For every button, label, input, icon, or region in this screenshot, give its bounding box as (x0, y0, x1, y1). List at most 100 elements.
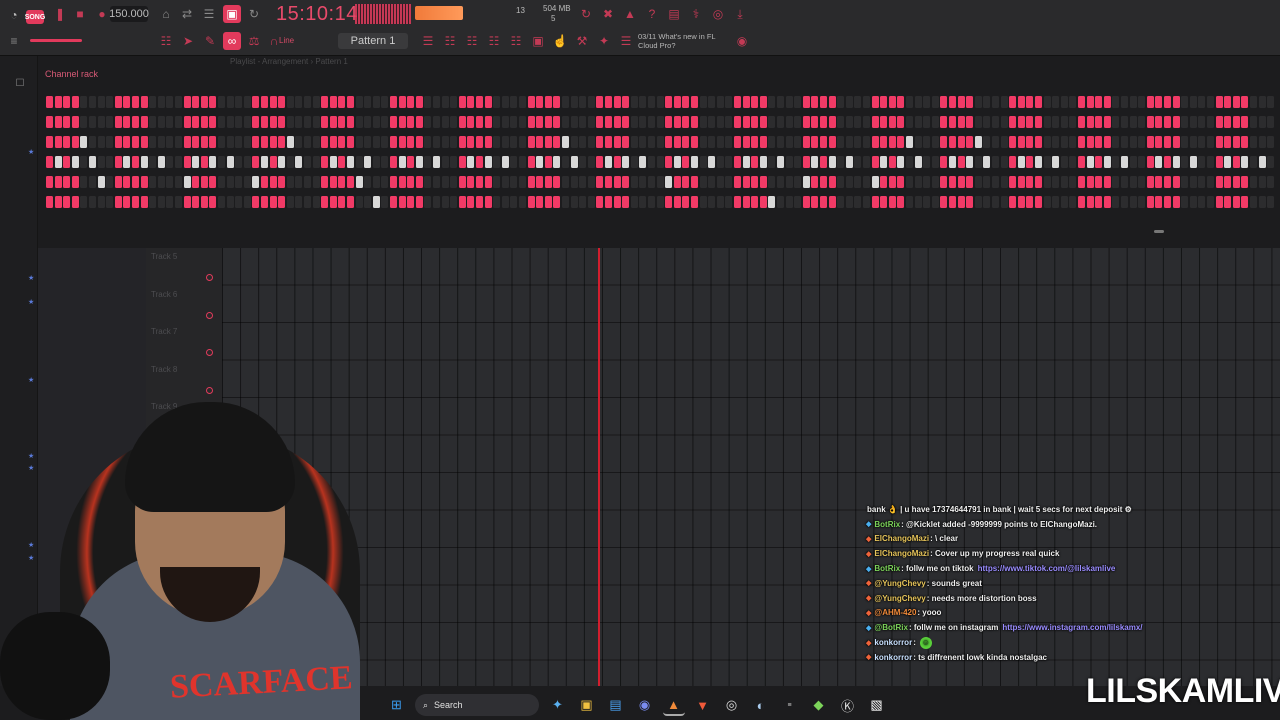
step-button[interactable] (811, 136, 819, 148)
step-button[interactable] (768, 136, 776, 148)
step-button[interactable] (1189, 196, 1197, 208)
step-button[interactable] (544, 116, 552, 128)
step-button[interactable] (613, 196, 621, 208)
step-button[interactable] (114, 176, 122, 188)
step-button[interactable] (673, 156, 681, 168)
step-button[interactable] (1146, 96, 1154, 108)
step-button[interactable] (1155, 176, 1163, 188)
step-button[interactable] (1043, 136, 1051, 148)
step-button[interactable] (716, 196, 724, 208)
step-button[interactable] (278, 136, 286, 148)
step-button[interactable] (708, 156, 716, 168)
brave-icon[interactable]: ▼ (692, 694, 714, 716)
step-button[interactable] (1121, 196, 1128, 208)
step-button[interactable] (992, 116, 999, 128)
step-button[interactable] (579, 196, 587, 208)
step-button[interactable] (278, 196, 286, 208)
step-button[interactable] (493, 96, 501, 108)
step-button[interactable] (226, 96, 234, 108)
master-volume-slider[interactable] (30, 39, 82, 42)
browser-toggle-icon[interactable]: ☐ (11, 74, 29, 92)
step-button[interactable] (381, 136, 389, 148)
step-button[interactable] (1258, 176, 1266, 188)
step-button[interactable] (923, 136, 931, 148)
step-button[interactable] (949, 116, 956, 128)
step-button[interactable] (605, 176, 612, 188)
step-button[interactable] (200, 176, 208, 188)
step-button[interactable] (1052, 176, 1060, 188)
step-button[interactable] (269, 196, 277, 208)
step-button[interactable] (458, 196, 466, 208)
step-button[interactable] (897, 116, 905, 128)
step-button[interactable] (71, 176, 79, 188)
step-button[interactable] (329, 196, 337, 208)
step-button[interactable] (742, 96, 750, 108)
step-button[interactable] (742, 196, 750, 208)
step-button[interactable] (794, 116, 802, 128)
step-button[interactable] (1017, 176, 1025, 188)
discord-icon[interactable]: ◉ (634, 694, 656, 716)
step-button[interactable] (527, 176, 535, 188)
step-button[interactable] (527, 96, 535, 108)
step-button[interactable] (235, 196, 243, 208)
step-button[interactable] (708, 176, 716, 188)
step-button[interactable] (157, 96, 165, 108)
fl-cloud-icon[interactable]: ◉ (733, 32, 751, 50)
step-button[interactable] (734, 156, 741, 168)
step-button[interactable] (828, 96, 836, 108)
loop-record-icon[interactable]: ↻ (245, 5, 263, 23)
step-button[interactable] (80, 176, 88, 188)
plugin-icon[interactable]: ⚕ (687, 5, 705, 23)
step-button[interactable] (157, 196, 165, 208)
step-button[interactable] (587, 196, 595, 208)
step-button[interactable] (562, 156, 569, 168)
step-button[interactable] (355, 176, 363, 188)
step-button[interactable] (501, 96, 509, 108)
step-button[interactable] (923, 196, 931, 208)
step-button[interactable] (734, 176, 741, 188)
step-button[interactable] (648, 96, 655, 108)
step-button[interactable] (97, 96, 105, 108)
step-button[interactable] (106, 116, 114, 128)
step-button[interactable] (1138, 176, 1146, 188)
track-label[interactable]: Track 7 (151, 327, 177, 336)
step-button[interactable] (725, 176, 733, 188)
step-button[interactable] (1250, 96, 1257, 108)
step-button[interactable] (1207, 156, 1214, 168)
step-button[interactable] (1103, 116, 1111, 128)
step-button[interactable] (149, 156, 157, 168)
step-button[interactable] (1026, 116, 1034, 128)
step-button[interactable] (1215, 156, 1223, 168)
step-button[interactable] (630, 196, 638, 208)
view-playlist-icon[interactable]: ☰ (419, 32, 437, 50)
step-button[interactable] (1198, 116, 1206, 128)
step-button[interactable] (725, 196, 733, 208)
step-button[interactable] (97, 116, 105, 128)
step-button[interactable] (639, 136, 647, 148)
step-button[interactable] (63, 196, 71, 208)
step-button[interactable] (613, 116, 621, 128)
step-button[interactable] (243, 136, 251, 148)
file-explorer-icon[interactable]: ▣ (576, 694, 598, 716)
step-button[interactable] (355, 196, 363, 208)
step-button[interactable] (630, 116, 638, 128)
step-button[interactable] (648, 156, 655, 168)
step-button[interactable] (407, 196, 415, 208)
step-button[interactable] (407, 136, 415, 148)
step-button[interactable] (140, 116, 148, 128)
step-button[interactable] (123, 156, 131, 168)
step-button[interactable] (321, 136, 329, 148)
step-button[interactable] (484, 96, 492, 108)
step-button[interactable] (123, 116, 131, 128)
step-button[interactable] (596, 176, 604, 188)
step-button[interactable] (1060, 96, 1068, 108)
download-icon[interactable]: ⤓ (731, 5, 749, 23)
step-button[interactable] (441, 176, 449, 188)
step-button[interactable] (1258, 96, 1266, 108)
step-button[interactable] (381, 176, 389, 188)
step-button[interactable] (433, 136, 440, 148)
step-button[interactable] (1258, 136, 1266, 148)
step-button[interactable] (312, 196, 320, 208)
step-button[interactable] (441, 196, 449, 208)
step-button[interactable] (1043, 156, 1051, 168)
